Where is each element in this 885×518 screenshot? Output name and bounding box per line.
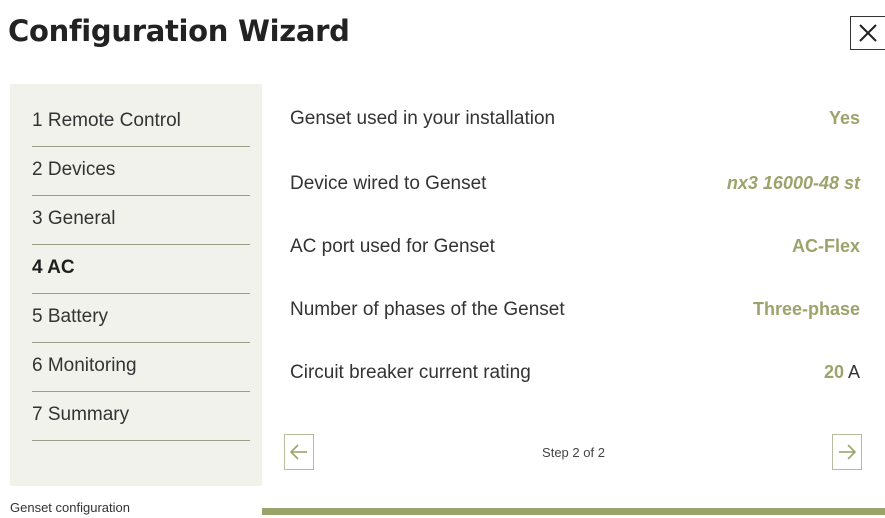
sidebar-item-label: 6 Monitoring xyxy=(32,355,137,376)
setting-label: Genset used in your installation xyxy=(290,108,556,129)
setting-label: AC port used for Genset xyxy=(290,236,495,257)
settings-panel: Genset used in your installation Yes Dev… xyxy=(262,84,885,486)
sidebar-item-label: 3 General xyxy=(32,208,116,229)
sidebar-item-devices[interactable]: 2 Devices xyxy=(32,147,250,196)
breaker-number: 20 xyxy=(823,362,844,382)
setting-row-device-wired: Device wired to Genset nx3 16000-48 st xyxy=(290,169,860,199)
progress-bar xyxy=(262,508,885,515)
sidebar-item-label: 7 Summary xyxy=(32,404,130,425)
next-step-button[interactable] xyxy=(832,434,862,470)
sidebar-item-battery[interactable]: 5 Battery xyxy=(32,294,250,343)
section-label: Genset configuration xyxy=(10,500,130,515)
sidebar-item-summary[interactable]: 7 Summary xyxy=(32,392,250,441)
setting-label: Number of phases of the Genset xyxy=(290,299,565,320)
sidebar-item-remote-control[interactable]: 1 Remote Control xyxy=(32,98,250,147)
device-wired-value[interactable]: nx3 16000-48 st xyxy=(727,173,860,194)
arrow-right-icon xyxy=(839,444,856,460)
sidebar-item-ac[interactable]: 4 AC xyxy=(32,245,250,294)
sidebar-item-label: 2 Devices xyxy=(32,159,116,180)
setting-label: Device wired to Genset xyxy=(290,173,487,194)
sidebar-item-label: 1 Remote Control xyxy=(32,110,181,131)
sidebar-item-monitoring[interactable]: 6 Monitoring xyxy=(32,343,250,392)
page-title: Configuration Wizard xyxy=(8,14,350,48)
setting-label: Circuit breaker current rating xyxy=(290,362,531,383)
ac-port-value[interactable]: AC-Flex xyxy=(792,236,860,257)
setting-row-phases: Number of phases of the Genset Three-pha… xyxy=(290,295,860,325)
genset-used-value[interactable]: Yes xyxy=(829,108,860,129)
sidebar-item-label: 5 Battery xyxy=(32,306,109,327)
progress-fill xyxy=(262,508,885,515)
step-indicator: Step 2 of 2 xyxy=(542,445,605,460)
close-icon xyxy=(859,24,877,42)
setting-row-genset-used: Genset used in your installation Yes xyxy=(290,104,860,134)
setting-row-ac-port: AC port used for Genset AC-Flex xyxy=(290,232,860,262)
sidebar-item-label: 4 AC xyxy=(32,257,75,278)
sidebar-item-general[interactable]: 3 General xyxy=(32,196,250,245)
breaker-value[interactable]: 20 A xyxy=(824,362,860,383)
wizard-steps-sidebar: 1 Remote Control 2 Devices 3 General 4 A… xyxy=(10,84,262,486)
setting-row-breaker: Circuit breaker current rating 20 A xyxy=(290,358,860,388)
phases-value[interactable]: Three-phase xyxy=(753,299,860,320)
breaker-unit: A xyxy=(847,362,860,382)
close-button[interactable] xyxy=(850,16,885,50)
